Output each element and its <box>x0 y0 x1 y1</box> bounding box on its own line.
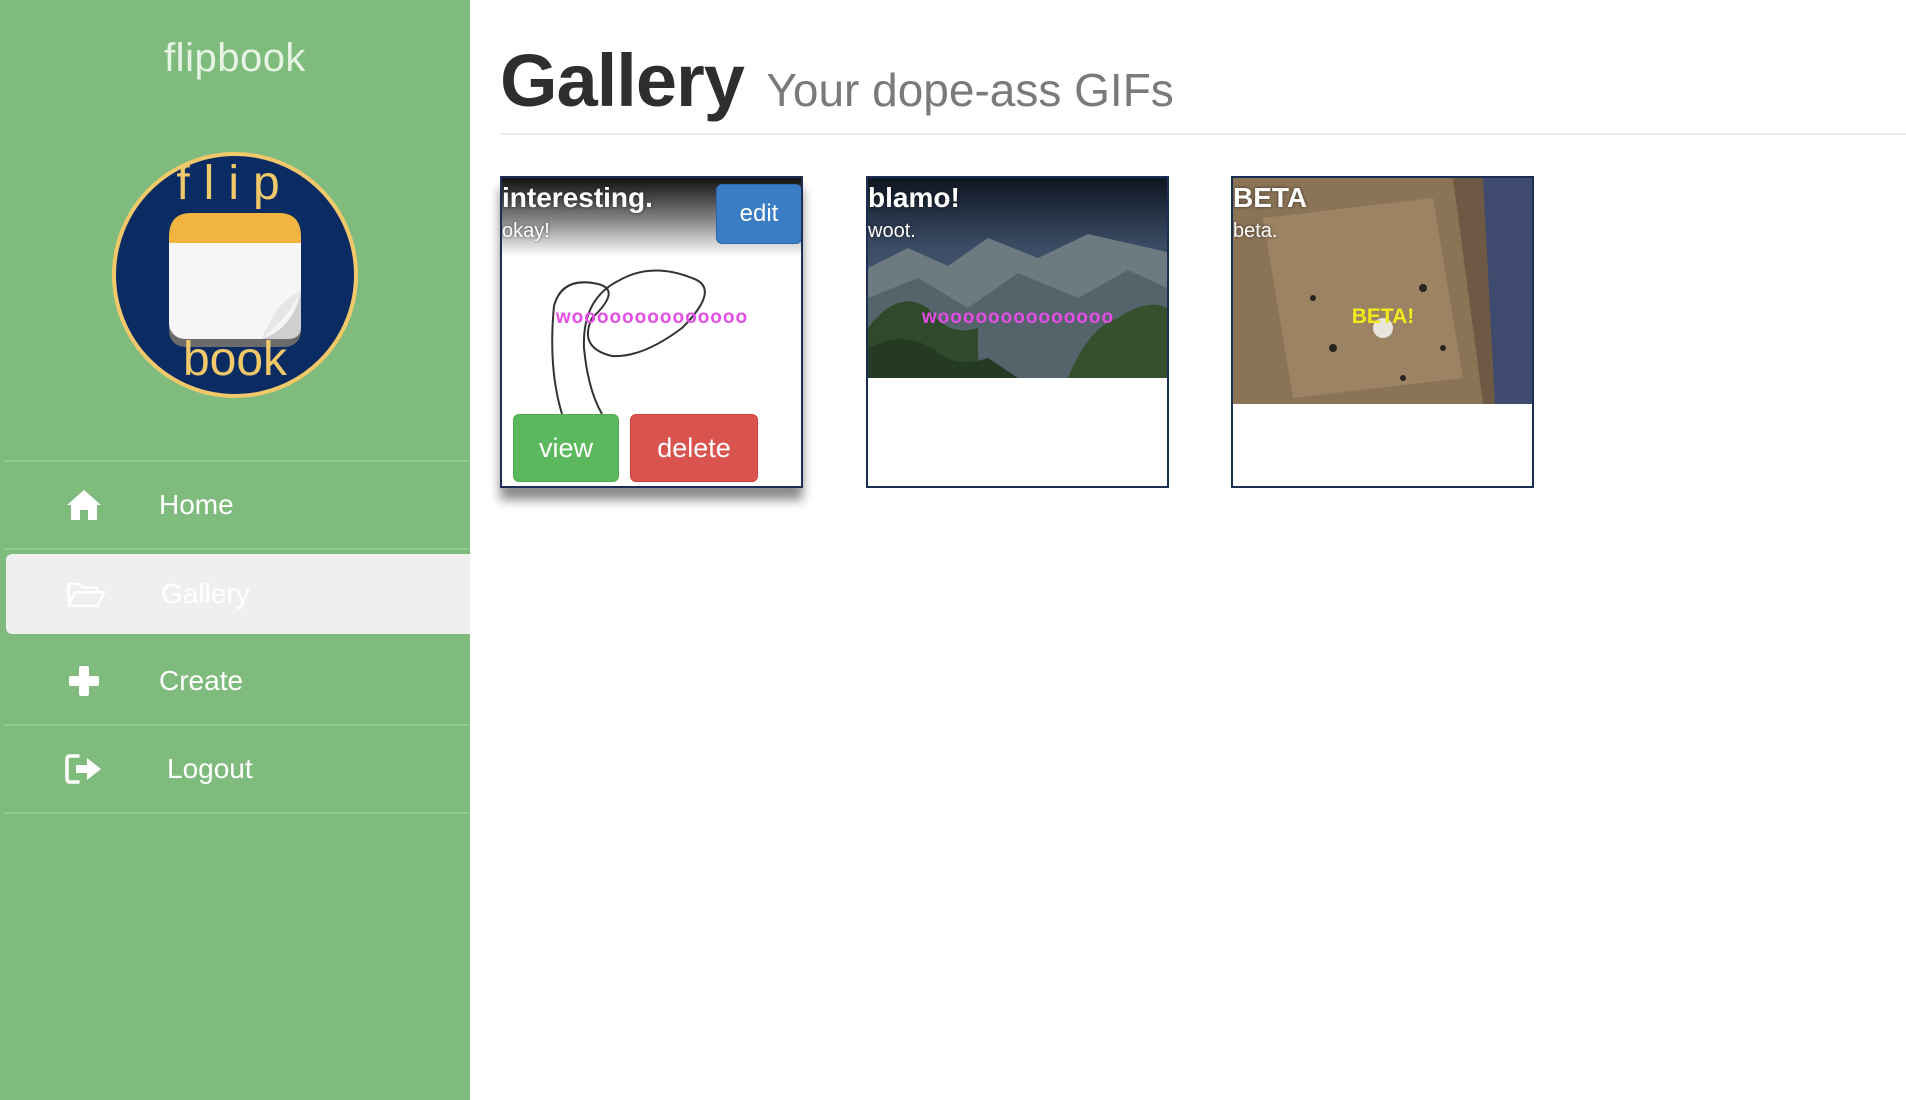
gif-overlay-text: woooooooooooooo <box>921 307 1114 328</box>
nav-divider <box>4 812 470 814</box>
edit-button[interactable]: edit <box>716 184 801 244</box>
sidebar-item-label: Logout <box>167 753 253 784</box>
page-title: Gallery <box>500 39 745 122</box>
page-subtitle: Your dope-ass GIFs <box>766 64 1174 116</box>
home-icon <box>64 485 104 525</box>
nav-divider <box>4 548 470 550</box>
sidebar-item-logout[interactable]: Logout <box>4 726 470 812</box>
gif-card[interactable]: woooooooooooooo blamo! woot. <box>866 176 1169 488</box>
sidebar-item-label: Gallery <box>161 578 250 609</box>
card-caption: woot. <box>868 220 916 242</box>
delete-button[interactable]: delete <box>630 414 758 482</box>
card-title: BETA <box>1233 182 1308 213</box>
logo-top-text: flip <box>176 157 293 210</box>
card-title: interesting. <box>502 182 653 213</box>
card-caption: okay! <box>502 220 550 242</box>
logo-bottom-text: book <box>183 333 288 386</box>
card-title: blamo! <box>868 182 960 213</box>
gif-card[interactable]: woooooooooooooo interesting. okay! edit … <box>500 176 803 488</box>
gif-overlay-text: woooooooooooooo <box>555 307 748 328</box>
sidebar-item-gallery[interactable]: Gallery <box>6 554 470 634</box>
sidebar-nav: Home Gallery Create Logout <box>0 460 470 814</box>
gif-overlay-text: BETA! <box>1352 305 1415 328</box>
plus-icon <box>64 661 104 701</box>
brand-name[interactable]: flipbook <box>0 36 470 81</box>
folder-open-icon <box>66 574 106 614</box>
sidebar-item-create[interactable]: Create <box>4 638 470 724</box>
card-caption: beta. <box>1233 220 1278 242</box>
header-divider <box>500 133 1906 135</box>
gif-card[interactable]: BETA! BETA beta. <box>1231 176 1534 488</box>
page-header: Gallery Your dope-ass GIFs <box>500 38 1174 123</box>
flipbook-logo[interactable]: flip book <box>111 151 359 399</box>
sidebar-item-label: Home <box>159 489 234 520</box>
sidebar-item-home[interactable]: Home <box>4 462 470 548</box>
view-button[interactable]: view <box>513 414 619 482</box>
sidebar-item-label: Create <box>159 665 244 696</box>
sign-out-icon <box>64 749 104 789</box>
sidebar: flipbook flip book Home Gallery Create L… <box>0 0 470 1100</box>
